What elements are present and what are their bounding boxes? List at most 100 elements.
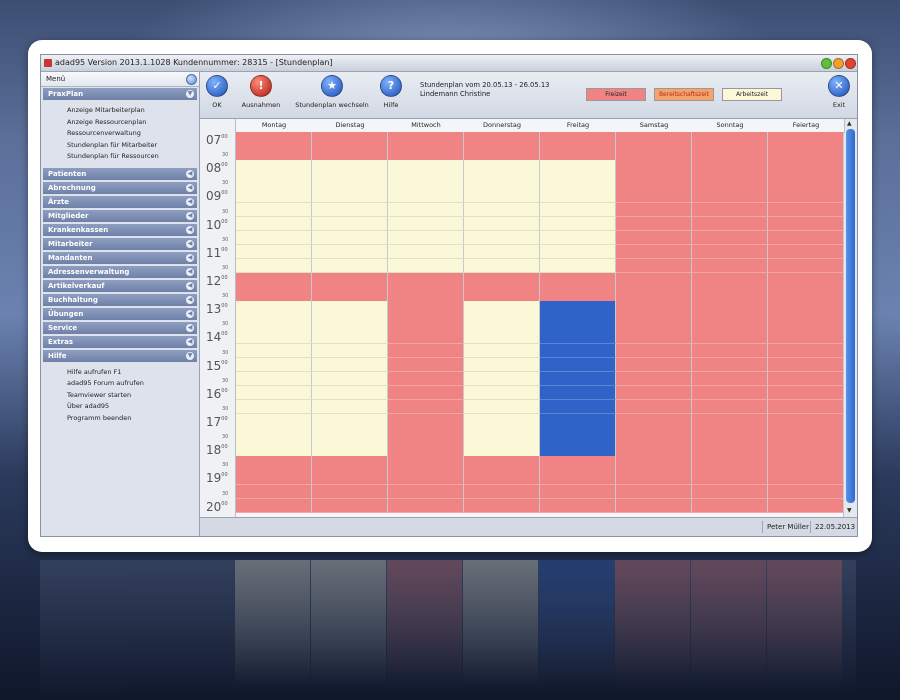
schedule-cell[interactable] bbox=[312, 315, 388, 330]
schedule-cell[interactable] bbox=[236, 287, 312, 302]
sidebar-subitem[interactable]: Ressourcenverwaltung bbox=[67, 129, 141, 137]
maximize-button[interactable] bbox=[833, 58, 844, 69]
schedule-cell[interactable] bbox=[236, 273, 312, 288]
schedule-cell[interactable] bbox=[540, 174, 616, 189]
vertical-scrollbar[interactable]: ▲ ▼ bbox=[843, 119, 857, 517]
schedule-cell[interactable] bbox=[768, 273, 844, 288]
schedule-cell[interactable] bbox=[616, 273, 692, 288]
schedule-cell[interactable] bbox=[236, 160, 312, 175]
scroll-thumb[interactable] bbox=[846, 129, 855, 503]
sidebar-section[interactable]: Hilfe ▼ bbox=[43, 349, 197, 362]
schedule-cell[interactable] bbox=[388, 202, 464, 218]
schedule-cell[interactable] bbox=[768, 456, 844, 471]
sidebar-subitem[interactable]: Anzeige Ressourcenplan bbox=[67, 118, 146, 126]
schedule-cell[interactable] bbox=[388, 456, 464, 471]
schedule-cell[interactable] bbox=[768, 132, 844, 147]
schedule-cell[interactable] bbox=[616, 160, 692, 175]
schedule-cell[interactable] bbox=[312, 399, 388, 415]
switch-schedule-button[interactable]: ★ Stundenplan wechseln bbox=[292, 75, 372, 109]
sidebar-section[interactable]: Mitglieder ◀ bbox=[43, 209, 197, 222]
chevron-left-icon[interactable]: ◀ bbox=[186, 253, 194, 262]
schedule-cell[interactable] bbox=[312, 273, 388, 288]
sidebar-subitem[interactable]: Teamviewer starten bbox=[67, 391, 131, 399]
schedule-cell[interactable] bbox=[312, 442, 388, 457]
schedule-cell[interactable] bbox=[388, 357, 464, 373]
schedule-cell[interactable] bbox=[692, 329, 768, 344]
schedule-cell[interactable] bbox=[388, 315, 464, 330]
schedule-cell[interactable] bbox=[236, 329, 312, 344]
schedule-cell[interactable] bbox=[236, 315, 312, 330]
schedule-cell[interactable] bbox=[236, 428, 312, 443]
schedule-cell[interactable] bbox=[692, 456, 768, 471]
schedule-cell[interactable] bbox=[616, 343, 692, 359]
schedule-cell[interactable] bbox=[312, 343, 388, 359]
schedule-cell[interactable] bbox=[768, 414, 844, 429]
schedule-cell[interactable] bbox=[616, 315, 692, 330]
schedule-cell[interactable] bbox=[236, 258, 312, 274]
schedule-cell[interactable] bbox=[540, 498, 616, 514]
schedule-cell[interactable] bbox=[236, 371, 312, 387]
sidebar-subitem[interactable]: Programm beenden bbox=[67, 414, 131, 422]
schedule-cell[interactable] bbox=[616, 230, 692, 246]
schedule-cell[interactable] bbox=[388, 428, 464, 443]
schedule-cell[interactable] bbox=[236, 414, 312, 429]
schedule-cell[interactable] bbox=[464, 371, 540, 387]
chevron-left-icon[interactable]: ◀ bbox=[186, 281, 194, 290]
schedule-cell[interactable] bbox=[464, 385, 540, 401]
schedule-cell[interactable] bbox=[464, 230, 540, 246]
schedule-cell[interactable] bbox=[768, 357, 844, 373]
chevron-left-icon[interactable]: ◀ bbox=[186, 337, 194, 346]
schedule-cell[interactable] bbox=[388, 216, 464, 232]
schedule-cell[interactable] bbox=[464, 414, 540, 429]
schedule-cell[interactable] bbox=[692, 498, 768, 514]
schedule-cell[interactable] bbox=[692, 301, 768, 316]
schedule-cell[interactable] bbox=[464, 287, 540, 302]
schedule-cell[interactable] bbox=[464, 442, 540, 457]
schedule-cell[interactable] bbox=[312, 287, 388, 302]
schedule-cell[interactable] bbox=[312, 202, 388, 218]
schedule-cell[interactable] bbox=[312, 484, 388, 500]
schedule-cell[interactable] bbox=[464, 273, 540, 288]
schedule-cell[interactable] bbox=[236, 230, 312, 246]
schedule-cell[interactable] bbox=[388, 287, 464, 302]
schedule-cell[interactable] bbox=[616, 301, 692, 316]
schedule-cell[interactable] bbox=[616, 329, 692, 344]
schedule-cell[interactable] bbox=[768, 188, 844, 203]
chevron-down-icon[interactable]: ▼ bbox=[186, 351, 194, 360]
schedule-cell[interactable] bbox=[692, 230, 768, 246]
schedule-cell[interactable] bbox=[540, 484, 616, 500]
schedule-cell[interactable] bbox=[692, 188, 768, 203]
schedule-cell[interactable] bbox=[312, 385, 388, 401]
schedule-cell[interactable] bbox=[464, 174, 540, 189]
schedule-cell[interactable] bbox=[388, 273, 464, 288]
schedule-cell[interactable] bbox=[388, 258, 464, 274]
schedule-cell[interactable] bbox=[388, 230, 464, 246]
chevron-left-icon[interactable]: ◀ bbox=[186, 239, 194, 248]
schedule-cell[interactable] bbox=[312, 146, 388, 161]
schedule-cell[interactable] bbox=[236, 498, 312, 514]
schedule-cell[interactable] bbox=[540, 273, 616, 288]
schedule-cell[interactable] bbox=[616, 484, 692, 500]
scroll-down-icon[interactable]: ▼ bbox=[847, 507, 852, 514]
schedule-cell[interactable] bbox=[312, 428, 388, 443]
schedule-cell[interactable] bbox=[236, 188, 312, 203]
schedule-cell[interactable] bbox=[616, 456, 692, 471]
sidebar-section[interactable]: Adressenverwaltung ◀ bbox=[43, 265, 197, 278]
schedule-cell[interactable] bbox=[464, 357, 540, 373]
schedule-cell[interactable] bbox=[540, 258, 616, 274]
schedule-cell[interactable] bbox=[236, 174, 312, 189]
schedule-cell[interactable] bbox=[540, 216, 616, 232]
schedule-cell[interactable] bbox=[312, 456, 388, 471]
schedule-cell[interactable] bbox=[768, 230, 844, 246]
schedule-cell[interactable] bbox=[388, 470, 464, 485]
sidebar-section[interactable]: PraxPlan ▼ bbox=[43, 88, 197, 100]
minimize-button[interactable] bbox=[821, 58, 832, 69]
schedule-cell[interactable] bbox=[768, 301, 844, 316]
schedule-cell[interactable] bbox=[768, 329, 844, 344]
schedule-cell[interactable] bbox=[768, 258, 844, 274]
schedule-cell[interactable] bbox=[616, 428, 692, 443]
sidebar-section[interactable]: Übungen ◀ bbox=[43, 307, 197, 320]
schedule-cell[interactable] bbox=[692, 414, 768, 429]
schedule-cell[interactable] bbox=[312, 498, 388, 514]
schedule-cell[interactable] bbox=[768, 146, 844, 161]
